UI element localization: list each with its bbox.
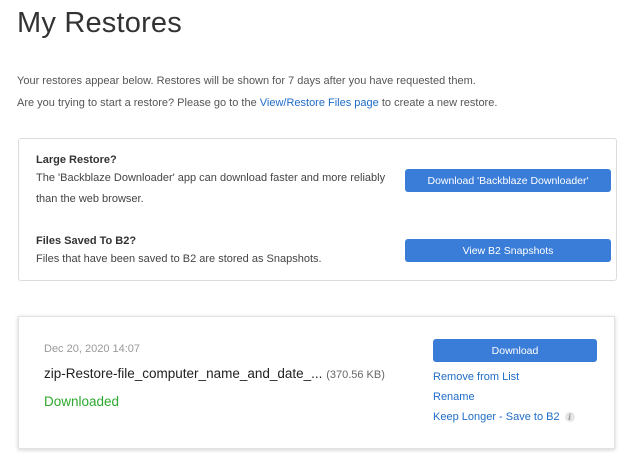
b2-section: Files Saved To B2? Files that have been … — [36, 234, 391, 270]
view-restore-files-link[interactable]: View/Restore Files page — [260, 97, 379, 109]
intro-line-2-before: Are you trying to start a restore? Pleas… — [17, 97, 260, 109]
b2-heading: Files Saved To B2? — [36, 235, 137, 247]
page-title: My Restores — [17, 7, 182, 39]
large-restore-heading: Large Restore? — [36, 154, 117, 166]
rename-link[interactable]: Rename — [433, 391, 475, 403]
restore-status: Downloaded — [44, 394, 120, 409]
large-restore-section: Large Restore? The 'Backblaze Downloader… — [36, 153, 391, 210]
restore-date: Dec 20, 2020 14:07 — [44, 343, 141, 355]
download-button[interactable]: Download — [433, 339, 597, 362]
intro-line-2-after: to create a new restore. — [378, 97, 498, 109]
b2-text: Files that have been saved to B2 are sto… — [36, 253, 322, 265]
intro-line-2: Are you trying to start a restore? Pleas… — [17, 92, 497, 114]
restore-size: (370.56 KB) — [326, 369, 385, 381]
keep-longer-row: Keep Longer - Save to B2 i — [433, 411, 575, 423]
restores-page: My Restores Your restores appear below. … — [0, 0, 627, 464]
view-b2-snapshots-button[interactable]: View B2 Snapshots — [405, 239, 611, 262]
intro-line-1: Your restores appear below. Restores wil… — [17, 75, 476, 87]
info-icon[interactable]: i — [564, 412, 575, 423]
intro-text: Your restores appear below. Restores wil… — [17, 70, 497, 114]
remove-from-list-link[interactable]: Remove from List — [433, 371, 519, 383]
download-backblaze-downloader-button[interactable]: Download 'Backblaze Downloader' — [405, 169, 611, 192]
info-box: Large Restore? The 'Backblaze Downloader… — [18, 138, 617, 281]
restore-filename: zip-Restore-file_computer_name_and_date_… — [44, 366, 323, 381]
keep-longer-link[interactable]: Keep Longer - Save to B2 — [433, 411, 560, 423]
restore-filename-row: zip-Restore-file_computer_name_and_date_… — [44, 366, 385, 381]
large-restore-text: The 'Backblaze Downloader' app can downl… — [36, 172, 386, 205]
restore-card: Dec 20, 2020 14:07 zip-Restore-file_comp… — [18, 316, 615, 449]
